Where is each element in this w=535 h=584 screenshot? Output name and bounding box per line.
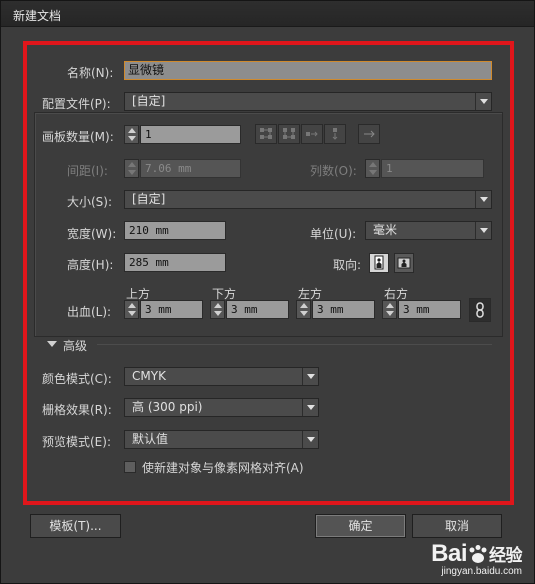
up-arrow-icon — [128, 303, 136, 308]
orientation-label: 取向: — [333, 258, 362, 272]
up-arrow-icon — [128, 128, 136, 133]
layout-rtl-icon[interactable] — [358, 124, 380, 144]
color-mode-value: CMYK — [132, 369, 166, 383]
down-arrow-icon — [369, 170, 377, 175]
bleed-left-input[interactable]: 3 mm — [312, 300, 375, 319]
chevron-down-icon — [302, 399, 318, 416]
advanced-label: 高级 — [63, 339, 88, 353]
name-input[interactable]: 显微镜 — [124, 61, 492, 80]
title-bar[interactable]: 新建文档 — [1, 1, 534, 27]
artboards-label: 画板数量(M): — [42, 130, 114, 144]
bleed-bottom-stepper[interactable] — [210, 300, 225, 319]
units-value: 毫米 — [373, 223, 398, 237]
down-arrow-icon — [300, 311, 308, 316]
grid-by-row-icon[interactable] — [255, 124, 277, 144]
size-value: [自定] — [132, 192, 166, 206]
bleed-top-input[interactable]: 3 mm — [140, 300, 203, 319]
disclosure-triangle-icon[interactable] — [47, 341, 57, 347]
chevron-down-icon — [475, 222, 491, 239]
portrait-icon[interactable] — [369, 253, 389, 273]
down-arrow-icon — [386, 311, 394, 316]
color-mode-dropdown[interactable]: CMYK — [124, 367, 319, 386]
bleed-right-input[interactable]: 3 mm — [398, 300, 461, 319]
bleed-bottom-input[interactable]: 3 mm — [226, 300, 289, 319]
columns-label: 列数(O): — [310, 164, 357, 178]
arrange-by-column-icon[interactable] — [324, 124, 346, 144]
spacing-input[interactable]: 7.06 mm — [140, 159, 241, 178]
size-dropdown[interactable]: [自定] — [124, 190, 492, 209]
window-title: 新建文档 — [13, 9, 62, 23]
align-pixel-label: 使新建对象与像素网格对齐(A) — [142, 461, 304, 475]
templates-button[interactable]: 模板(T)... — [30, 514, 121, 538]
height-label: 高度(H): — [67, 258, 114, 272]
preview-value: 默认值 — [132, 432, 169, 446]
chevron-down-icon — [302, 431, 318, 448]
artboards-stepper[interactable] — [124, 125, 139, 144]
width-input[interactable]: 210 mm — [124, 221, 226, 240]
preview-label: 预览模式(E): — [42, 435, 111, 449]
up-arrow-icon — [214, 303, 222, 308]
watermark-brand-cn: 经验 — [489, 546, 523, 566]
arrange-by-row-icon[interactable] — [301, 124, 323, 144]
width-label: 宽度(W): — [67, 227, 117, 241]
bleed-left-stepper[interactable] — [296, 300, 311, 319]
watermark-url: jingyan.baidu.com — [441, 566, 522, 577]
profile-label: 配置文件(P): — [42, 97, 111, 111]
down-arrow-icon — [214, 311, 222, 316]
height-input[interactable]: 285 mm — [124, 253, 226, 272]
landscape-icon[interactable] — [394, 253, 414, 273]
down-arrow-icon — [128, 170, 136, 175]
chevron-down-icon — [302, 368, 318, 385]
down-arrow-icon — [128, 311, 136, 316]
name-label: 名称(N): — [67, 66, 114, 80]
columns-stepper[interactable] — [365, 159, 380, 178]
raster-value: 高 (300 ppi) — [132, 400, 203, 414]
columns-input[interactable]: 1 — [381, 159, 484, 178]
cancel-button[interactable]: 取消 — [412, 514, 502, 538]
ok-button[interactable]: 确定 — [315, 514, 406, 538]
units-dropdown[interactable]: 毫米 — [365, 221, 492, 240]
bleed-label: 出血(L): — [67, 305, 112, 319]
watermark-brand: Bai — [431, 540, 467, 567]
color-mode-label: 颜色模式(C): — [42, 372, 112, 386]
chevron-down-icon — [475, 93, 491, 110]
size-label: 大小(S): — [67, 195, 113, 209]
watermark: Bai 经验 jingyan.baidu.com — [431, 540, 522, 577]
up-arrow-icon — [369, 162, 377, 167]
down-arrow-icon — [128, 136, 136, 141]
spacing-label: 间距(I): — [67, 164, 108, 178]
preview-dropdown[interactable]: 默认值 — [124, 430, 319, 449]
up-arrow-icon — [386, 303, 394, 308]
align-pixel-checkbox[interactable] — [124, 461, 136, 473]
up-arrow-icon — [128, 162, 136, 167]
raster-dropdown[interactable]: 高 (300 ppi) — [124, 398, 319, 417]
profile-value: [自定] — [132, 94, 166, 108]
raster-label: 栅格效果(R): — [42, 403, 112, 417]
advanced-divider — [97, 344, 492, 345]
artboards-input[interactable]: 1 — [140, 125, 241, 144]
bleed-top-stepper[interactable] — [124, 300, 139, 319]
units-label: 单位(U): — [310, 227, 357, 241]
spacing-stepper[interactable] — [124, 159, 139, 178]
link-icon[interactable] — [469, 298, 491, 322]
grid-by-column-icon[interactable] — [278, 124, 300, 144]
up-arrow-icon — [300, 303, 308, 308]
new-document-dialog: 新建文档 名称(N): 显微镜 配置文件(P): [自定] 画板数量(M): 1… — [0, 0, 535, 584]
bleed-right-stepper[interactable] — [382, 300, 397, 319]
profile-dropdown[interactable]: [自定] — [124, 92, 492, 111]
chevron-down-icon — [475, 191, 491, 208]
paw-icon — [467, 543, 489, 563]
